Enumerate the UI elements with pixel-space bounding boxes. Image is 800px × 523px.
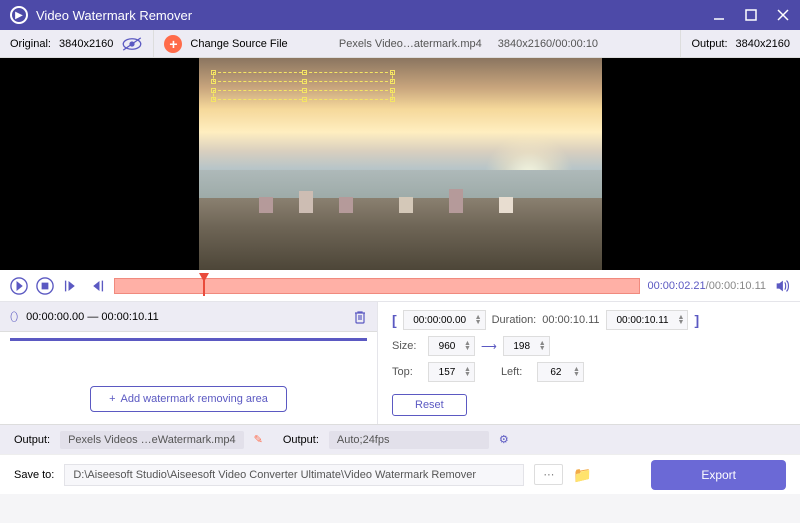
eraser-icon: ⬯ bbox=[10, 309, 18, 325]
width-input[interactable]: ▲▼ bbox=[428, 336, 475, 356]
header-bar: Original: 3840x2160 + Change Source File… bbox=[0, 30, 800, 58]
titlebar: ▶ Video Watermark Remover bbox=[0, 0, 800, 30]
save-row: Save to: D:\Aiseesoft Studio\Aiseesoft V… bbox=[0, 454, 800, 494]
output-resolution: 3840x2160 bbox=[736, 38, 790, 50]
change-source-button[interactable]: Change Source File bbox=[190, 38, 287, 50]
area-time-range: 00:00:00.00 — 00:00:10.11 bbox=[26, 311, 159, 323]
set-start-button[interactable] bbox=[62, 277, 80, 295]
app-title: Video Watermark Remover bbox=[36, 8, 712, 23]
minimize-button[interactable] bbox=[712, 8, 726, 22]
set-end-button[interactable] bbox=[88, 277, 106, 295]
left-input[interactable]: ▲▼ bbox=[537, 362, 584, 382]
end-time-input[interactable]: ▲▼ bbox=[606, 310, 689, 330]
output-label: Output: bbox=[691, 38, 727, 50]
edit-filename-icon[interactable]: ✎ bbox=[254, 433, 263, 446]
play-button[interactable] bbox=[10, 277, 28, 295]
timeline-scrubber[interactable] bbox=[114, 278, 640, 294]
player-controls: 00:00:02.21/00:00:10.11 bbox=[0, 270, 800, 302]
save-to-label: Save to: bbox=[14, 469, 54, 481]
current-time: 00:00:02.21 bbox=[648, 280, 706, 292]
output-settings-row: Output: Pexels Videos …eWatermark.mp4 ✎ … bbox=[0, 424, 800, 454]
link-aspect-icon[interactable]: ⟶ bbox=[481, 340, 497, 353]
source-filename: Pexels Video…atermark.mp4 bbox=[339, 38, 482, 50]
duration-value: 00:00:10.11 bbox=[542, 314, 599, 326]
reset-button[interactable]: Reset bbox=[392, 394, 467, 416]
area-properties: [ ▲▼ Duration:00:00:10.11 ▲▼ ] Size: ▲▼ … bbox=[378, 302, 800, 424]
source-res-time: 3840x2160/00:00:10 bbox=[498, 38, 598, 50]
output-format: Auto;24fps bbox=[329, 431, 489, 449]
video-preview[interactable] bbox=[0, 58, 800, 270]
area-timeline-bar bbox=[10, 338, 367, 341]
original-label: Original: bbox=[10, 38, 51, 50]
add-source-icon[interactable]: + bbox=[164, 35, 182, 53]
height-input[interactable]: ▲▼ bbox=[503, 336, 550, 356]
delete-area-button[interactable] bbox=[353, 310, 367, 324]
open-folder-icon[interactable]: 📁 bbox=[573, 466, 592, 484]
preview-toggle-icon[interactable] bbox=[121, 37, 143, 51]
stop-button[interactable] bbox=[36, 277, 54, 295]
output-file-label: Output: bbox=[14, 434, 50, 446]
save-path: D:\Aiseesoft Studio\Aiseesoft Video Conv… bbox=[64, 464, 524, 486]
bracket-start-icon[interactable]: [ bbox=[392, 312, 397, 328]
duration-label: Duration: bbox=[492, 314, 537, 326]
left-label: Left: bbox=[501, 366, 531, 378]
add-area-button[interactable]: +Add watermark removing area bbox=[90, 386, 287, 412]
format-settings-icon[interactable]: ⚙ bbox=[499, 433, 509, 446]
output-filename: Pexels Videos …eWatermark.mp4 bbox=[60, 431, 244, 449]
watermark-selection-1[interactable] bbox=[213, 72, 393, 82]
close-button[interactable] bbox=[776, 8, 790, 22]
maximize-button[interactable] bbox=[744, 8, 758, 22]
top-input[interactable]: ▲▼ bbox=[428, 362, 475, 382]
playhead-icon[interactable] bbox=[199, 270, 209, 280]
export-button[interactable]: Export bbox=[651, 460, 786, 490]
areas-list: ⬯ 00:00:00.00 — 00:00:10.11 +Add waterma… bbox=[0, 302, 378, 424]
app-logo-icon: ▶ bbox=[10, 6, 28, 24]
watermark-selection-2[interactable] bbox=[213, 90, 393, 100]
browse-path-button[interactable]: ⋯ bbox=[534, 464, 563, 485]
area-item[interactable]: ⬯ 00:00:00.00 — 00:00:10.11 bbox=[0, 302, 377, 332]
top-label: Top: bbox=[392, 366, 422, 378]
original-resolution: 3840x2160 bbox=[59, 38, 113, 50]
size-label: Size: bbox=[392, 340, 422, 352]
start-time-input[interactable]: ▲▼ bbox=[403, 310, 486, 330]
total-time: /00:00:10.11 bbox=[706, 280, 766, 292]
output-format-label: Output: bbox=[283, 434, 319, 446]
volume-icon[interactable] bbox=[774, 278, 790, 294]
bracket-end-icon[interactable]: ] bbox=[694, 312, 699, 328]
